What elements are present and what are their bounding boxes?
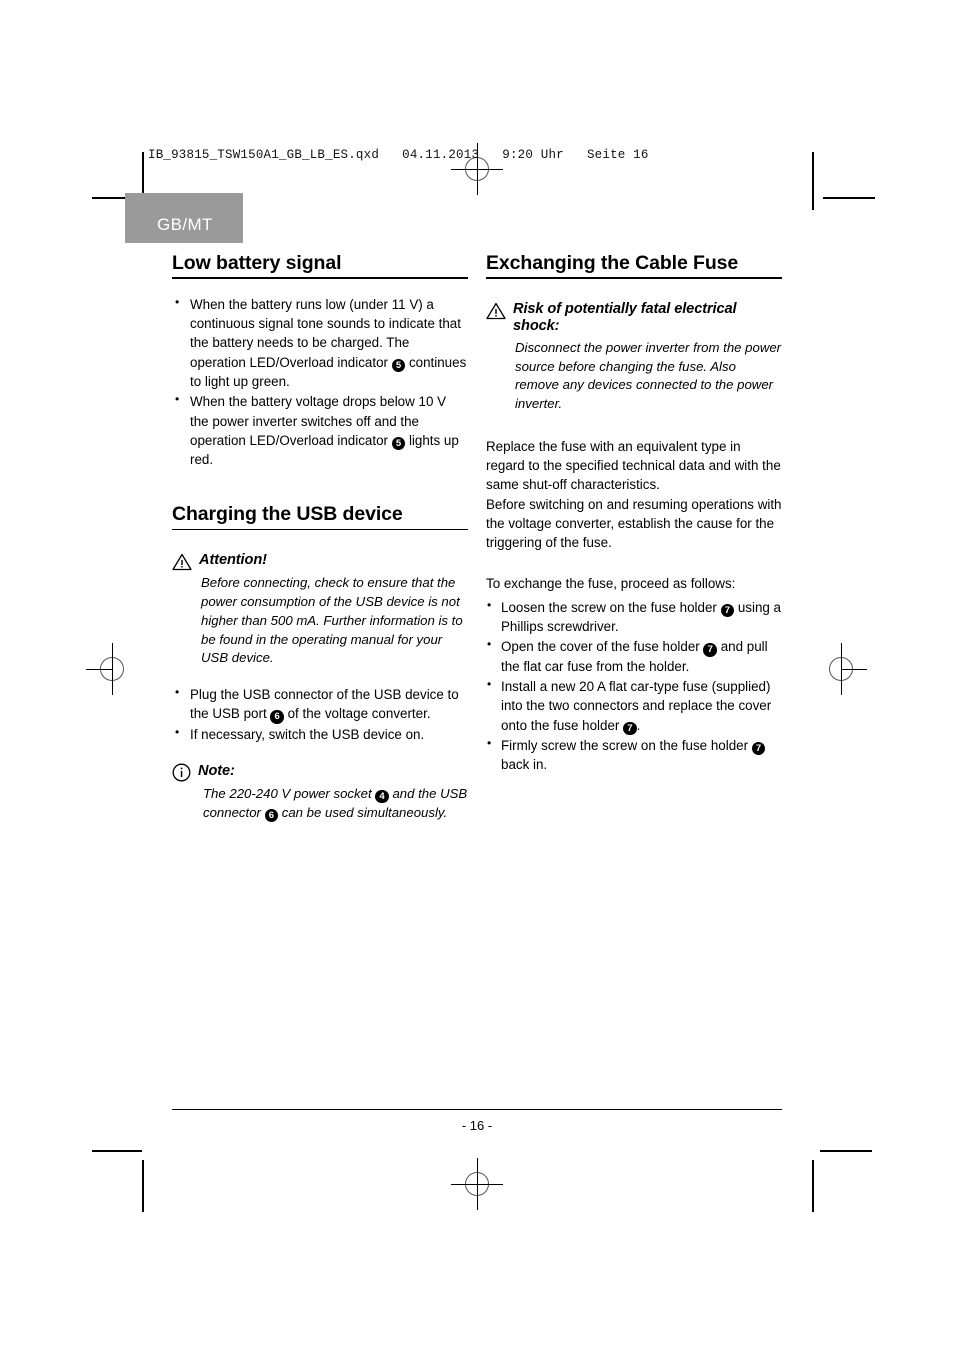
prepress-header-line: IB_93815_TSW150A1_GB_LB_ES.qxd 04.11.201… [148, 148, 649, 162]
document-page: IB_93815_TSW150A1_GB_LB_ES.qxd 04.11.201… [0, 0, 954, 1350]
info-circle-icon [172, 763, 191, 782]
reference-badge-5: 5 [391, 436, 406, 451]
heading-exchanging-cable-fuse: Exchanging the Cable Fuse [486, 252, 739, 274]
reference-badge-7: 7 [623, 721, 637, 736]
list-item: When the battery voltage drops below 10 … [172, 391, 468, 469]
page-number: - 16 - [461, 1118, 493, 1133]
note-callout: Note: The 220-240 V power socket 4 and t… [172, 762, 468, 823]
registration-mark-bottom-center [451, 1158, 503, 1210]
left-column: Low battery signal When the battery runs… [172, 252, 468, 823]
usb-charging-bullet-list: Plug the USB connector of the USB device… [172, 684, 468, 744]
heading-rule [172, 277, 468, 279]
reference-badge-5: 5 [391, 358, 406, 373]
list-item: When the battery runs low (under 11 V) a… [172, 294, 468, 391]
reference-badge-7: 7 [720, 603, 735, 618]
heading-charging-usb-device: Charging the USB device [172, 503, 403, 526]
crop-mark-bottom-left-horizontal [92, 1150, 142, 1152]
registration-mark-right [815, 643, 867, 695]
crop-mark-top-right-vertical [812, 152, 814, 210]
attention-title: Attention! [199, 552, 267, 569]
list-item: Firmly screw the screw on the fuse holde… [486, 735, 782, 775]
fuse-paragraph-3: To exchange the fuse, proceed as follows… [486, 575, 736, 591]
heading-low-battery-signal: Low battery signal [172, 252, 342, 274]
reference-badge-7: 7 [751, 741, 766, 756]
warning-triangle-icon [172, 554, 192, 571]
fuse-steps-bullet-list: Loosen the screw on the fuse holder 7 us… [486, 597, 782, 775]
registration-mark-left [86, 643, 138, 695]
language-tab-gb-mt: GB/MT [125, 193, 243, 243]
list-item: If necessary, switch the USB device on. [172, 724, 468, 744]
footer-rule [172, 1109, 782, 1111]
language-tab-label: GB/MT [157, 215, 213, 234]
warning-body: Disconnect the power inverter from the p… [515, 339, 782, 412]
right-column: Exchanging the Cable Fuse Risk of potent… [486, 252, 782, 776]
heading-rule [486, 277, 782, 279]
list-item: Install a new 20 A flat car-type fuse (s… [486, 676, 782, 736]
heading-rule [172, 528, 468, 531]
attention-callout: Attention! Before connecting, check to e… [172, 552, 468, 668]
list-item: Open the cover of the fuse holder 7 and … [486, 636, 782, 676]
fuse-paragraph-1: Replace the fuse with an equivalent type… [486, 438, 781, 493]
fuse-paragraph-2: Before switching on and resuming operati… [486, 496, 782, 551]
crop-mark-bottom-left-vertical [142, 1160, 144, 1212]
reference-badge-6: 6 [264, 808, 279, 823]
reference-badge-7: 7 [703, 643, 717, 657]
list-item: Plug the USB connector of the USB device… [172, 684, 468, 724]
electrical-shock-warning-callout: Risk of potentially fatal electrical sho… [486, 301, 782, 414]
low-battery-bullet-list: When the battery runs low (under 11 V) a… [172, 294, 468, 470]
crop-mark-bottom-right-vertical [812, 1160, 814, 1212]
warning-title: Risk of potentially fatal electrical sho… [513, 300, 737, 335]
note-title: Note: [198, 762, 235, 779]
crop-mark-top-right-horizontal [823, 197, 875, 199]
reference-badge-6: 6 [270, 710, 284, 724]
crop-mark-bottom-right-horizontal [820, 1150, 872, 1152]
reference-badge-4: 4 [375, 789, 389, 804]
attention-body: Before connecting, check to ensure that … [201, 575, 463, 666]
list-item: Loosen the screw on the fuse holder 7 us… [486, 597, 782, 637]
note-body: The 220-240 V power socket 4 and the USB… [203, 785, 468, 823]
warning-triangle-icon [486, 302, 506, 319]
